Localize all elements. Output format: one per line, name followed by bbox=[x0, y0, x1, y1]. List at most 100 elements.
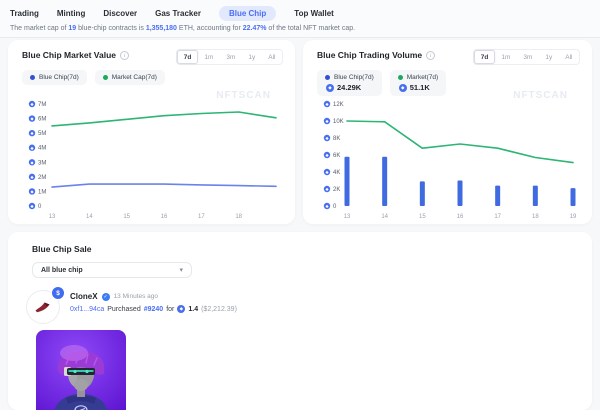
nav-item-trading[interactable]: Trading bbox=[10, 6, 39, 21]
volume-bar[interactable] bbox=[458, 181, 463, 207]
range-option-1y[interactable]: 1y bbox=[242, 50, 262, 64]
legend-value: 51.1K bbox=[410, 83, 430, 92]
volume-bar[interactable] bbox=[345, 157, 350, 206]
legend-dot bbox=[30, 75, 35, 80]
market-value-legend: Blue Chip(7d) Market Cap(7d) bbox=[22, 70, 165, 85]
range-option-all[interactable]: All bbox=[262, 50, 282, 64]
summary-highlight-value[interactable]: 19 bbox=[68, 25, 76, 32]
y-axis-tick-label: 8K bbox=[333, 136, 340, 142]
legend-label: Market(7d) bbox=[407, 74, 438, 81]
summary-text: of the total NFT market cap. bbox=[266, 25, 355, 32]
legend-item[interactable]: Blue Chip(7d) ◆24.29K bbox=[317, 70, 382, 96]
market-value-title: Blue Chip Market Value i bbox=[22, 50, 129, 60]
y-axis-tick-label: 4K bbox=[333, 170, 340, 176]
y-axis-tick-label: 5M bbox=[38, 131, 46, 137]
sale-item-text: CloneX ✓ 13 Minutes ago 0xf1...94ca Purc… bbox=[70, 290, 237, 313]
volume-bar[interactable] bbox=[420, 181, 425, 206]
summary-highlight-value[interactable]: 1,355,180 bbox=[146, 25, 177, 32]
y-axis-tick-label: 4M bbox=[38, 146, 46, 152]
legend-label: Blue Chip(7d) bbox=[39, 74, 79, 81]
legend-dot bbox=[398, 75, 403, 80]
nav-item-gas-tracker[interactable]: Gas Tracker bbox=[155, 6, 201, 21]
dollar-badge-icon: $ bbox=[51, 286, 65, 300]
x-axis-tick-label: 18 bbox=[235, 214, 242, 220]
market-value-chart[interactable]: ◆0◆1M◆2M◆3M◆4M◆5M◆6M◆7M131415161718 bbox=[22, 100, 281, 222]
action-label: Purchased bbox=[107, 306, 140, 313]
chart-line-series[interactable] bbox=[52, 184, 276, 187]
y-axis-tick-label: 2M bbox=[38, 175, 46, 181]
x-axis-tick-label: 15 bbox=[419, 214, 426, 220]
sale-price-eth: 1.4 bbox=[188, 306, 198, 313]
x-axis-tick-label: 16 bbox=[457, 214, 464, 220]
sale-item-line2: 0xf1...94ca Purchased #9240 for ◆ 1.4 ($… bbox=[70, 305, 237, 313]
trading-volume-chart-area: NFTSCAN ◆0◆2K◆4K◆6K◆8K◆10K◆12K1314151617… bbox=[317, 100, 578, 222]
x-axis-tick-label: 17 bbox=[198, 214, 205, 220]
volume-bar[interactable] bbox=[533, 186, 538, 206]
blue-chip-filter-dropdown[interactable]: All blue chip ▾ bbox=[32, 262, 192, 278]
range-option-1m[interactable]: 1m bbox=[198, 50, 220, 64]
summary-text: ETH, accounting for bbox=[177, 25, 243, 32]
range-option-3m[interactable]: 3m bbox=[517, 50, 539, 64]
legend-item[interactable]: Market Cap(7d) bbox=[95, 70, 165, 85]
verified-badge-icon: ✓ bbox=[102, 293, 110, 301]
nft-image[interactable] bbox=[36, 330, 126, 410]
trading-volume-legend: Blue Chip(7d)◆24.29KMarket(7d)◆51.1K bbox=[317, 70, 446, 96]
market-value-header: Blue Chip Market Value i 7d1m3m1yAll bbox=[8, 40, 295, 66]
market-value-title-text: Blue Chip Market Value bbox=[22, 50, 116, 60]
collection-name-link[interactable]: CloneX bbox=[70, 292, 98, 301]
y-axis-tick-label: 3M bbox=[38, 160, 46, 166]
range-option-7d[interactable]: 7d bbox=[177, 50, 198, 64]
legend-value: 24.29K bbox=[337, 83, 361, 92]
range-option-7d[interactable]: 7d bbox=[474, 50, 495, 64]
legend-item[interactable]: Market(7d)◆51.1K bbox=[390, 70, 446, 96]
legend-item-row: Market(7d) bbox=[398, 74, 438, 81]
y-axis-tick-label: 12K bbox=[333, 102, 344, 108]
legend-item[interactable]: Blue Chip(7d) bbox=[22, 70, 87, 85]
y-axis-tick-label: 0 bbox=[333, 204, 337, 210]
trading-volume-chart[interactable]: ◆0◆2K◆4K◆6K◆8K◆10K◆12K13141516171819 bbox=[317, 100, 578, 222]
range-option-all[interactable]: All bbox=[559, 50, 579, 64]
collection-avatar[interactable]: $ bbox=[26, 290, 60, 324]
trading-volume-panel: Blue Chip Trading Volume i 7d1m3m1yAll B… bbox=[303, 40, 592, 224]
range-option-3m[interactable]: 3m bbox=[220, 50, 242, 64]
y-axis-tick-label: 1M bbox=[38, 189, 46, 195]
trading-volume-header: Blue Chip Trading Volume i 7d1m3m1yAll bbox=[303, 40, 592, 66]
info-icon[interactable]: i bbox=[120, 51, 129, 60]
info-icon[interactable]: i bbox=[426, 51, 435, 60]
clonex-logo-icon bbox=[33, 297, 53, 317]
chart-line-series[interactable] bbox=[347, 121, 573, 163]
legend-item-row: Blue Chip(7d) bbox=[325, 74, 374, 81]
volume-bar[interactable] bbox=[382, 157, 387, 206]
trading-volume-title: Blue Chip Trading Volume i bbox=[317, 50, 435, 60]
y-axis-tick-label: 7M bbox=[38, 102, 46, 108]
volume-bar[interactable] bbox=[495, 186, 500, 206]
legend-item-row: Market Cap(7d) bbox=[103, 74, 157, 81]
x-axis-tick-label: 13 bbox=[49, 214, 56, 220]
sale-list-item: $ CloneX ✓ 13 Minutes ago 0xf1...94ca Pu… bbox=[26, 290, 592, 324]
top-bar: Trading Minting Discover Gas Tracker Blue Ch… bbox=[0, 0, 600, 38]
nav-item-discover[interactable]: Discover bbox=[103, 6, 137, 21]
x-axis-tick-label: 14 bbox=[86, 214, 93, 220]
y-axis-tick-label: 6M bbox=[38, 117, 46, 123]
main-nav: Trading Minting Discover Gas Tracker Blue Ch… bbox=[0, 0, 600, 21]
nftscan-watermark: NFTSCAN bbox=[513, 90, 568, 101]
market-value-chart-area: NFTSCAN ◆0◆1M◆2M◆3M◆4M◆5M◆6M◆7M131415161… bbox=[22, 100, 281, 222]
range-option-1y[interactable]: 1y bbox=[539, 50, 559, 64]
volume-bar[interactable] bbox=[571, 188, 576, 206]
summary-highlight-value[interactable]: 22.47% bbox=[243, 25, 267, 32]
chevron-down-icon: ▾ bbox=[179, 266, 183, 274]
legend-item-row: Blue Chip(7d) bbox=[30, 74, 79, 81]
eth-icon: ◆ bbox=[326, 84, 334, 92]
nav-item-minting[interactable]: Minting bbox=[57, 6, 85, 21]
chart-line-series[interactable] bbox=[52, 112, 276, 126]
x-axis-tick-label: 16 bbox=[161, 214, 168, 220]
token-id-link[interactable]: #9240 bbox=[144, 306, 163, 313]
buyer-address-link[interactable]: 0xf1...94ca bbox=[70, 306, 104, 313]
range-option-1m[interactable]: 1m bbox=[495, 50, 517, 64]
summary-text: The market cap of bbox=[10, 25, 68, 32]
x-axis-tick-label: 17 bbox=[494, 214, 501, 220]
eth-icon: ◆ bbox=[399, 84, 407, 92]
nav-item-blue-chip[interactable]: Blue Chip bbox=[219, 6, 276, 21]
y-axis-tick-label: 0 bbox=[38, 204, 42, 210]
nav-item-top-wallet[interactable]: Top Wallet bbox=[294, 6, 334, 21]
